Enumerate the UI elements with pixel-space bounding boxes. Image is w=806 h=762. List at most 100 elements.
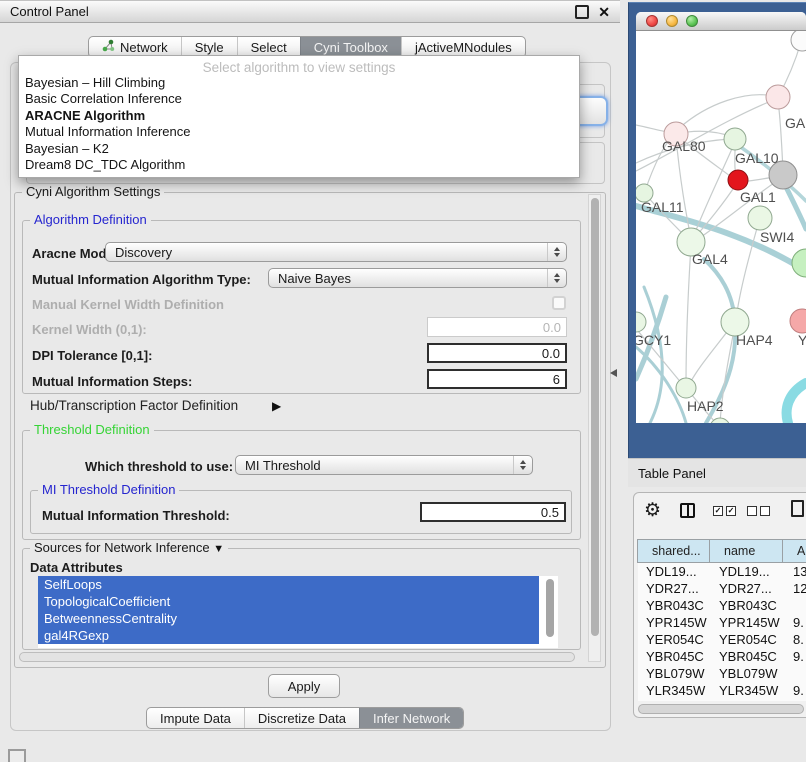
tab-impute-data[interactable]: Impute Data (147, 708, 244, 728)
table-cell: YDL19... (638, 564, 711, 579)
network-node-hap2[interactable] (676, 378, 696, 398)
float-panel-icon[interactable] (575, 5, 589, 19)
mi-threshold-value: 0.5 (541, 505, 559, 520)
table-cell: YBL079W (638, 666, 711, 681)
network-node[interactable] (791, 31, 806, 51)
network-node-gal1[interactable] (728, 170, 748, 190)
control-panel-titlebar: Control Panel ✕ (0, 0, 620, 23)
table-cell: YBR045C (711, 649, 785, 664)
table-cell: YDL19... (711, 564, 785, 579)
network-canvas[interactable]: GALGAL80GAL10GAL1GAL11SWI4GAL4GCY1HAP4YH… (636, 31, 806, 423)
checkbox-unchecked-icon[interactable] (747, 506, 757, 516)
gear-icon[interactable]: ⚙ (644, 501, 661, 521)
tab-network[interactable]: Network (89, 37, 181, 57)
table-row[interactable]: YBR043CYBR043C (638, 597, 806, 614)
algorithm-definition-title: Algorithm Definition (30, 213, 151, 227)
tab-label: Select (251, 40, 287, 55)
table-row[interactable]: YER054CYER054C8. (638, 631, 806, 648)
threshold-title: Threshold Definition (30, 423, 154, 437)
settings-horizontal-scrollbar[interactable] (17, 651, 585, 664)
network-node-gcy1[interactable] (636, 312, 646, 332)
table-row[interactable]: YBL079WYBL079W (638, 665, 806, 682)
network-node-gal10[interactable] (724, 128, 746, 150)
attribute-item[interactable]: TopologicalCoefficient (38, 593, 539, 610)
mouse-cursor (610, 369, 617, 377)
dpi-tolerance-field[interactable]: 0.0 (427, 343, 567, 363)
kernel-width-field[interactable]: 0.0 (427, 317, 567, 337)
table-panel-titlebar: Table Panel (628, 458, 806, 487)
network-edge (686, 245, 691, 385)
table-cell: 9. (785, 615, 806, 630)
tab-select[interactable]: Select (237, 37, 300, 57)
aracne-mode-select[interactable]: Discovery (105, 242, 567, 262)
network-node-swi4[interactable] (748, 206, 772, 230)
node-label: GAL4 (692, 251, 728, 267)
sources-title[interactable]: Sources for Network Inference ▼ (30, 541, 228, 556)
tab-style[interactable]: Style (181, 37, 237, 57)
table-row[interactable]: YBR045CYBR045C9. (638, 648, 806, 665)
mi-steps-label: Mutual Information Steps: (32, 374, 192, 389)
hub-section-label[interactable]: Hub/Transcription Factor Definition (30, 398, 238, 413)
kernel-width-label: Kernel Width (0,1): (32, 322, 147, 337)
dropdown-item[interactable]: ARACNE Algorithm (19, 108, 579, 124)
node-label: HAP4 (736, 332, 773, 348)
dropdown-item[interactable]: Basic Correlation Inference (19, 91, 579, 107)
attributes-scrollbar[interactable] (545, 578, 555, 644)
sources-collapse-icon[interactable]: ▼ (213, 543, 224, 555)
column-header[interactable]: A (782, 539, 806, 563)
table-row[interactable]: YPR145WYPR145W9. (638, 614, 806, 631)
dropdown-item[interactable]: Bayesian – Hill Climbing (19, 75, 579, 91)
attribute-item[interactable]: BetweennessCentrality (38, 610, 539, 627)
table-body: YDL19...YDL19...13YDR27...YDR27...12YBR0… (638, 563, 806, 701)
manual-kernel-checkbox[interactable] (552, 296, 566, 310)
checkbox-checked-icon[interactable]: ✓ (726, 506, 736, 516)
document-icon[interactable] (791, 500, 804, 517)
tab-cyni-toolbox[interactable]: Cyni Toolbox (300, 37, 401, 57)
attribute-item[interactable]: gal4RGexp (38, 627, 539, 644)
checkbox-checked-icon[interactable]: ✓ (713, 506, 723, 516)
table-cell: YBL079W (711, 666, 785, 681)
aracne-mode-value: Discovery (115, 245, 172, 260)
close-icon[interactable]: ✕ (598, 7, 610, 17)
dpi-tolerance-value: 0.0 (542, 346, 560, 361)
network-window-titlebar (636, 12, 806, 31)
column-header[interactable]: shared... (637, 539, 710, 563)
network-node[interactable] (792, 249, 806, 277)
mi-steps-field[interactable]: 6 (427, 369, 567, 389)
tab-discretize-data[interactable]: Discretize Data (244, 708, 359, 728)
mi-threshold-field[interactable]: 0.5 (420, 502, 566, 522)
close-window-icon[interactable] (646, 15, 658, 27)
manual-kernel-label: Manual Kernel Width Definition (32, 297, 224, 312)
apply-button[interactable]: Apply (268, 674, 340, 698)
table-row[interactable]: YLR345WYLR345W9. (638, 682, 806, 699)
attribute-item[interactable]: SelfLoops (38, 576, 539, 593)
table-cell: YLR345W (711, 683, 785, 698)
column-header[interactable]: name (709, 539, 783, 563)
table-horizontal-scrollbar[interactable] (636, 703, 806, 715)
minimize-window-icon[interactable] (666, 15, 678, 27)
dropdown-item[interactable]: Bayesian – K2 (19, 141, 579, 157)
table-row[interactable]: YDL19...YDL19...13 (638, 563, 806, 580)
table-cell: YER054C (711, 632, 785, 647)
settings-vertical-scrollbar[interactable] (588, 194, 601, 662)
data-attributes-list[interactable]: SelfLoopsTopologicalCoefficientBetweenne… (38, 576, 558, 648)
minimized-panel-button[interactable] (8, 749, 26, 762)
dropdown-item[interactable]: Dream8 DC_TDC Algorithm (19, 157, 579, 173)
columns-icon[interactable] (680, 503, 695, 518)
zoom-window-icon[interactable] (686, 15, 698, 27)
dropdown-item[interactable]: Mutual Information Inference (19, 124, 579, 140)
algorithm-dropdown: Select algorithm to view settings Bayesi… (18, 55, 580, 178)
node-label: GAL (785, 115, 806, 131)
network-node-y[interactable] (790, 309, 806, 333)
which-threshold-select[interactable]: MI Threshold (235, 455, 533, 475)
checkbox-unchecked-icon[interactable] (760, 506, 770, 516)
table-row[interactable]: YIL052CYIL052C9 (638, 699, 806, 701)
network-window[interactable]: GALGAL80GAL10GAL1GAL11SWI4GAL4GCY1HAP4YH… (636, 12, 806, 423)
network-node-gal[interactable] (766, 85, 790, 109)
tab-jactivemnodules[interactable]: jActiveMNodules (401, 37, 525, 57)
tab-infer-network[interactable]: Infer Network (359, 708, 463, 728)
mi-type-select[interactable]: Naive Bayes (268, 268, 567, 288)
network-edge (676, 95, 778, 131)
table-row[interactable]: YDR27...YDR27...12 (638, 580, 806, 597)
node-label: GCY1 (636, 332, 671, 348)
